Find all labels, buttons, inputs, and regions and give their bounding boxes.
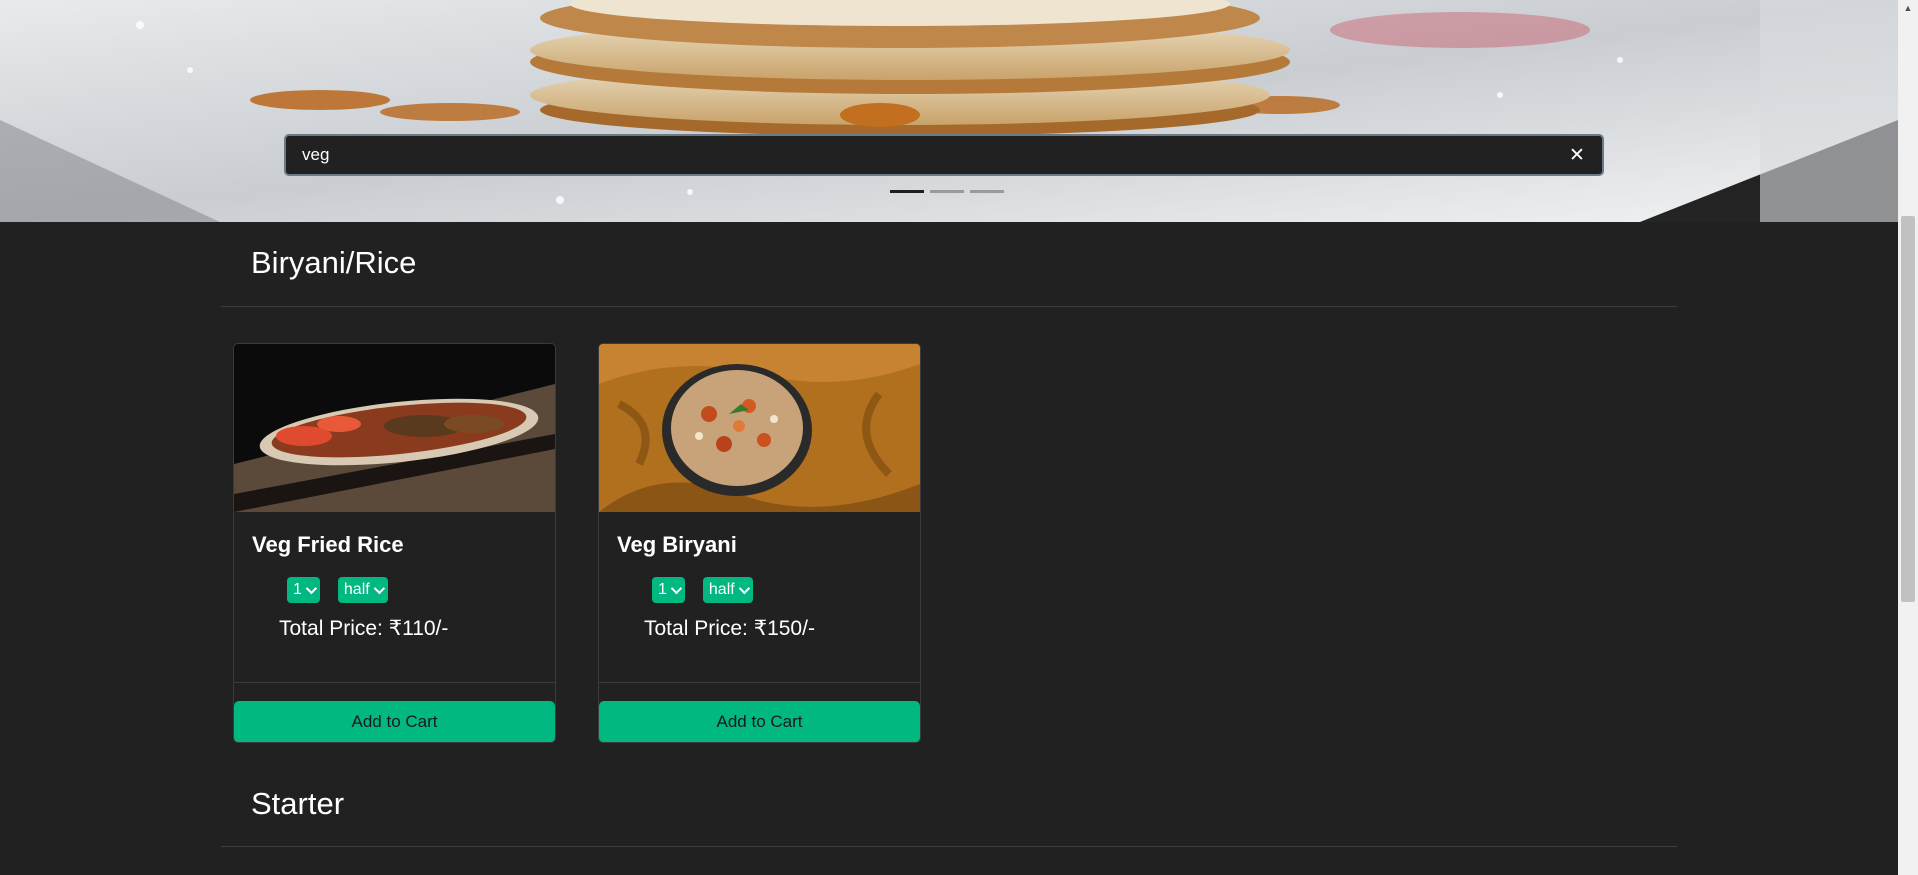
size-select[interactable]: half — [702, 577, 753, 603]
chevron-down-icon — [670, 582, 682, 595]
section-title-biryani-rice: Biryani/Rice — [251, 245, 417, 280]
search-input[interactable] — [300, 144, 1566, 166]
veg-fried-rice-image — [234, 344, 555, 512]
carousel-indicator-1[interactable] — [890, 190, 924, 193]
menu-card: Veg Fried Rice 1 half Total Price: ₹110/… — [233, 343, 556, 743]
page: ✕ Biryani/Rice Veg Fried Rice 1 — [0, 0, 1918, 875]
total-price: Total Price: ₹150/- — [644, 617, 815, 640]
quantity-select[interactable]: 1 — [287, 577, 320, 603]
section-title-starter: Starter — [251, 786, 345, 821]
item-name: Veg Biryani — [617, 532, 737, 557]
quantity-select[interactable]: 1 — [652, 577, 685, 603]
pancakes-image — [0, 0, 1898, 222]
size-value: half — [343, 581, 370, 598]
chevron-down-icon — [373, 582, 385, 595]
size-select[interactable]: half — [337, 577, 388, 603]
chevron-down-icon — [738, 582, 750, 595]
chevron-down-icon — [305, 582, 317, 595]
section-divider — [221, 306, 1677, 307]
carousel-indicators — [890, 190, 1004, 193]
carousel-indicator-3[interactable] — [970, 190, 1004, 193]
card-divider — [599, 682, 920, 683]
veg-biryani-image — [599, 344, 920, 512]
menu-card: Veg Biryani 1 half Total Price: ₹150/- A… — [598, 343, 921, 743]
search-box: ✕ — [284, 134, 1604, 176]
option-selects: 1 half — [652, 577, 753, 603]
carousel-indicator-2[interactable] — [930, 190, 964, 193]
total-price: Total Price: ₹110/- — [279, 617, 449, 640]
quantity-value: 1 — [293, 581, 302, 598]
size-value: half — [708, 581, 735, 598]
option-selects: 1 half — [287, 577, 388, 603]
scrollbar[interactable]: ▲ — [1898, 0, 1918, 875]
section-divider — [221, 846, 1677, 847]
quantity-value: 1 — [658, 581, 667, 598]
add-to-cart-button[interactable]: Add to Cart — [234, 701, 555, 742]
close-icon[interactable]: ✕ — [1566, 144, 1588, 166]
card-divider — [234, 682, 555, 683]
scrollbar-thumb[interactable] — [1901, 216, 1915, 602]
item-name: Veg Fried Rice — [252, 532, 404, 557]
scroll-up-icon[interactable]: ▲ — [1898, 0, 1918, 16]
hero-carousel: ✕ — [0, 0, 1898, 222]
add-to-cart-button[interactable]: Add to Cart — [599, 701, 920, 742]
